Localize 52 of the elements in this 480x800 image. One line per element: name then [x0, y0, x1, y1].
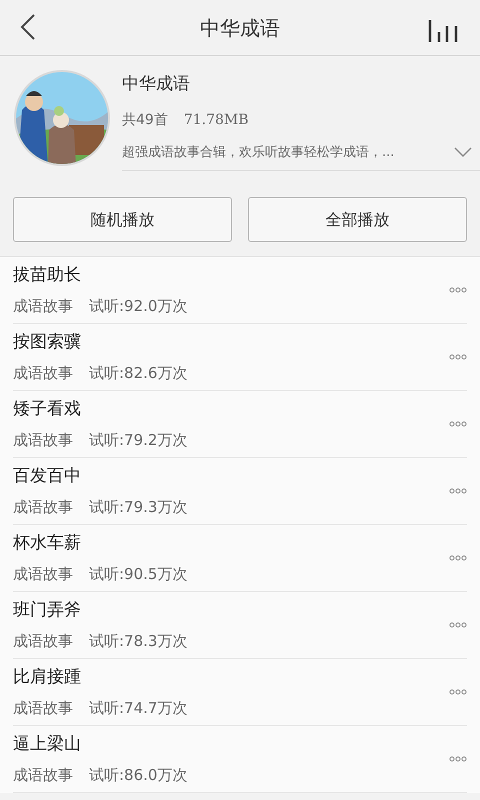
play-count: 试听:92.0万次 — [89, 296, 188, 316]
more-icon — [449, 488, 467, 494]
play-count: 试听:86.0万次 — [89, 764, 188, 786]
back-icon — [20, 13, 36, 41]
play-count: 试听:74.7万次 — [89, 698, 188, 718]
album-description: 超强成语故事合辑，欢乐听故事轻松学成语，... — [122, 144, 394, 162]
track-title[interactable]: 杯水车薪 — [13, 531, 449, 556]
album-title: 中华成语 — [122, 73, 191, 96]
more-icon — [449, 421, 467, 427]
track-title[interactable]: 班门弄斧 — [13, 598, 449, 624]
track-title[interactable]: 按图索骥 — [13, 330, 449, 356]
play-count: 试听:82.6万次 — [89, 362, 188, 384]
album-size: 71.78MB — [184, 110, 249, 130]
more-icon — [449, 354, 467, 360]
page-title: 中华成语 — [200, 14, 280, 42]
more-button[interactable] — [449, 488, 467, 494]
track-title[interactable]: 逼上梁山 — [13, 732, 449, 758]
track-category: 成语故事 — [13, 362, 73, 384]
track-category: 成语故事 — [13, 296, 73, 316]
track-count: 共49首 — [122, 110, 168, 130]
more-icon — [449, 287, 467, 293]
track-category: 成语故事 — [13, 564, 73, 584]
more-button[interactable] — [449, 421, 467, 427]
track-category: 成语故事 — [13, 698, 73, 718]
more-icon — [449, 555, 467, 561]
more-button[interactable] — [449, 555, 467, 561]
equalizer-icon — [428, 20, 458, 42]
track-title[interactable]: 矮子看戏 — [13, 397, 449, 422]
track-title[interactable]: 百发百中 — [13, 464, 449, 490]
more-icon — [449, 756, 467, 762]
more-button[interactable] — [449, 622, 467, 628]
play-count: 试听:79.3万次 — [89, 496, 188, 518]
play-button[interactable]: 全部播放 — [248, 197, 467, 242]
track-title[interactable]: 比肩接踵 — [13, 665, 449, 690]
more-button[interactable] — [449, 287, 467, 293]
playing-button[interactable] — [428, 20, 458, 42]
play-count: 试听:90.5万次 — [89, 564, 188, 584]
more-icon — [449, 689, 467, 695]
track-title[interactable]: 拔苗助长 — [13, 263, 449, 288]
track-category: 成语故事 — [13, 430, 73, 450]
more-button[interactable] — [449, 756, 467, 762]
track-category: 成语故事 — [13, 630, 73, 652]
play-count: 试听:78.3万次 — [89, 630, 188, 652]
back-button[interactable] — [20, 13, 36, 41]
more-button[interactable] — [449, 354, 467, 360]
track-category: 成语故事 — [13, 764, 73, 786]
more-button[interactable] — [449, 689, 467, 695]
more-icon — [449, 622, 467, 628]
play-count: 试听:79.2万次 — [89, 430, 188, 450]
expand-icon[interactable] — [454, 147, 472, 158]
play-button[interactable]: 随机播放 — [13, 197, 232, 242]
track-category: 成语故事 — [13, 496, 73, 518]
